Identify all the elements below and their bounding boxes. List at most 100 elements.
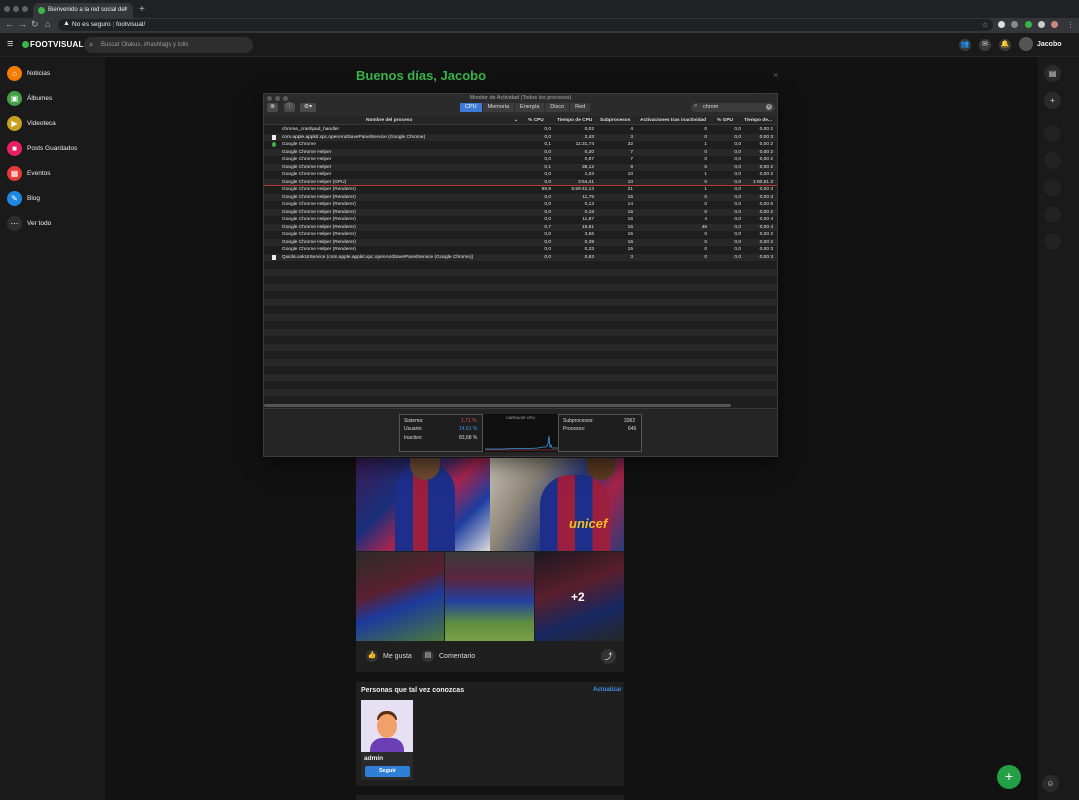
contact-avatar[interactable] bbox=[1044, 125, 1061, 142]
process-row[interactable]: Google Chrome Helper (Renderer) 0,0 11,75 1… bbox=[264, 193, 777, 201]
column-header-cpu[interactable]: % CPU bbox=[528, 118, 544, 123]
post-photo[interactable] bbox=[356, 552, 444, 641]
user-name[interactable]: Jacobo bbox=[1037, 41, 1062, 48]
process-row[interactable]: Google Chrome Helper (Renderer) 0,0 0,18 15… bbox=[264, 208, 777, 216]
add-friend-icon[interactable]: + bbox=[1044, 92, 1061, 109]
column-header-gpu-time[interactable]: Tiempo de... bbox=[744, 118, 772, 123]
contact-avatar[interactable] bbox=[1044, 179, 1061, 196]
horizontal-scrollbar[interactable] bbox=[264, 404, 731, 407]
sort-chevron-icon[interactable]: ⌄ bbox=[514, 118, 518, 123]
browser-tab[interactable]: Bienvenido a la red social del × bbox=[33, 3, 133, 18]
follow-button[interactable]: Seguir bbox=[365, 766, 410, 777]
stop-process-button[interactable]: ⊗ bbox=[267, 103, 278, 112]
reload-icon[interactable]: ↻ bbox=[31, 19, 39, 30]
notifications-icon[interactable]: 🔔 bbox=[999, 39, 1011, 51]
column-header-gpu[interactable]: % GPU bbox=[717, 118, 733, 123]
process-row[interactable]: Google Chrome Helper 0,0 0,87 7 0 0,0 0,00 2 bbox=[264, 156, 777, 164]
football-icon bbox=[22, 41, 29, 48]
process-row[interactable]: Google Chrome Helper (Renderer) 0,0 3,56 15… bbox=[264, 231, 777, 239]
process-search-field[interactable]: ⌕ chrom × bbox=[691, 103, 775, 112]
cell-threads: 9 bbox=[630, 164, 633, 170]
create-post-button[interactable]: + bbox=[997, 765, 1021, 789]
column-header-wakeups[interactable]: Activaciones tras inactividad bbox=[640, 118, 706, 123]
extension-icon[interactable] bbox=[1025, 21, 1032, 28]
column-header-process-name[interactable]: Nombre del proceso bbox=[366, 118, 412, 123]
window-close-button[interactable] bbox=[4, 6, 10, 12]
sidebar-item-ver-todo[interactable]: ⋯ Ver todo bbox=[7, 215, 51, 231]
sidebar-item-videoteca[interactable]: ▶ Videoteca bbox=[7, 115, 56, 131]
sidebar-item-eventos[interactable]: ▦ Eventos bbox=[7, 165, 51, 181]
settings-menu-button[interactable]: ⚙▾ bbox=[300, 103, 316, 112]
cell-wakeups: 0 bbox=[704, 239, 707, 245]
contact-avatar[interactable] bbox=[1044, 152, 1061, 169]
puzzle-icon[interactable] bbox=[1038, 21, 1045, 28]
process-row[interactable]: QuickLookUIService (com.apple.appkit.xpc… bbox=[264, 253, 777, 261]
profile-avatar-icon[interactable] bbox=[1051, 21, 1058, 28]
refresh-suggestions-link[interactable]: Actualizar bbox=[593, 687, 622, 693]
comment-button[interactable]: ▤ Comentario bbox=[422, 650, 475, 662]
tab-red[interactable]: Red bbox=[570, 103, 592, 112]
process-row[interactable]: Google Chrome 0,1 11:31,74 32 1 0,0 0,00 2 bbox=[264, 141, 777, 149]
window-zoom-button[interactable] bbox=[283, 96, 288, 101]
tab-memoria[interactable]: Memoria bbox=[482, 103, 516, 112]
tab-cpu[interactable]: CPU bbox=[460, 103, 483, 112]
process-row[interactable]: Google Chrome Helper (Renderer) 0,0 0,33 15… bbox=[264, 246, 777, 254]
suggested-person-name[interactable]: admin bbox=[364, 755, 383, 762]
browser-menu-icon[interactable]: ⋮ bbox=[1067, 21, 1074, 29]
bookmark-star-icon[interactable]: ☆ bbox=[982, 21, 988, 29]
process-row[interactable]: Google Chrome Helper (GPU) 0,0 3:54,41 10 0 0… bbox=[264, 178, 777, 186]
new-tab-button[interactable]: + bbox=[139, 4, 145, 15]
post-photo[interactable] bbox=[445, 552, 534, 641]
home-icon[interactable]: ⌂ bbox=[45, 19, 50, 29]
cell-name: Google Chrome Helper (Renderer) bbox=[282, 209, 356, 215]
cell-gpu: 0,0 bbox=[734, 149, 741, 155]
process-row[interactable]: Google Chrome Helper (Renderer) 0,0 0,39 15… bbox=[264, 238, 777, 246]
sidebar-item-posts-guardados[interactable]: ■ Posts Guardados bbox=[7, 140, 77, 156]
close-icon[interactable]: × bbox=[773, 70, 778, 80]
site-logo[interactable]: FOOTVISUAL bbox=[22, 40, 84, 49]
clear-search-icon[interactable]: × bbox=[766, 104, 772, 110]
process-row[interactable]: Google Chrome Helper (Renderer) 0,0 0,13 14… bbox=[264, 201, 777, 209]
sidebar-item-albumes[interactable]: ▣ Álbumes bbox=[7, 90, 52, 106]
tab-energia[interactable]: Energía bbox=[515, 103, 546, 112]
friend-requests-icon[interactable]: 👥 bbox=[959, 39, 971, 51]
tab-disco[interactable]: Disco bbox=[545, 103, 571, 112]
cell-cpu: 0,1 bbox=[544, 142, 551, 147]
process-row[interactable]: com.apple.appkit.xpc.openAndSavePanelSer… bbox=[264, 133, 777, 141]
sidebar-item-blog[interactable]: ✎ Blog bbox=[7, 190, 40, 206]
hamburger-menu-icon[interactable]: ≡ bbox=[7, 38, 13, 50]
share-button[interactable]: ⤴ bbox=[601, 649, 616, 664]
process-row[interactable]: Google Chrome Helper 0,1 38,12 9 6 0,0 0,00 2 bbox=[264, 163, 777, 171]
column-header-cpu-time[interactable]: Tiempo de CPU bbox=[557, 118, 592, 123]
process-row[interactable]: Google Chrome Helper (Renderer) 0,7 15,81 1… bbox=[264, 223, 777, 231]
forward-icon[interactable]: → bbox=[18, 19, 27, 29]
window-minimize-button[interactable] bbox=[13, 6, 19, 12]
chat-icon[interactable]: ▤ bbox=[1044, 65, 1061, 82]
process-row[interactable]: Google Chrome Helper (Renderer) 0,0 11,87 1… bbox=[264, 216, 777, 224]
window-zoom-button[interactable] bbox=[22, 6, 28, 12]
user-avatar[interactable] bbox=[1019, 37, 1033, 51]
back-icon[interactable]: ← bbox=[5, 19, 14, 29]
window-minimize-button[interactable] bbox=[275, 96, 280, 101]
url-bar[interactable]: ▲ No es seguro | footvisual/ bbox=[58, 19, 993, 31]
process-row[interactable]: Google Chrome Helper 0,0 0,20 7 0 0,0 0,00 2 bbox=[264, 148, 777, 156]
column-header-threads[interactable]: Subprocesos bbox=[600, 118, 630, 123]
find-people-icon[interactable]: ☺ bbox=[1042, 775, 1059, 792]
process-row[interactable]: Google Chrome Helper (Renderer) 99,9 5:59:… bbox=[264, 185, 777, 195]
sidebar-item-noticias[interactable]: ⌂ Noticias bbox=[7, 65, 50, 81]
process-row[interactable]: chrome_crashpad_handler 0,0 0,02 4 0 0,0 0,00 … bbox=[264, 126, 777, 134]
window-close-button[interactable] bbox=[267, 96, 272, 101]
extension-icon[interactable] bbox=[1011, 21, 1018, 28]
process-row[interactable]: Google Chrome Helper 0,0 1,03 10 1 0,0 0,00 2 bbox=[264, 171, 777, 179]
contact-avatar[interactable] bbox=[1044, 206, 1061, 223]
messages-icon[interactable]: ✉ bbox=[979, 39, 991, 51]
monitor-tabs: CPU Memoria Energía Disco Red bbox=[460, 103, 592, 112]
tab-close-icon[interactable]: × bbox=[124, 6, 128, 13]
cell-cpu: 0,0 bbox=[544, 202, 551, 207]
search-input[interactable]: ⌕ Buscar Otakus, #hashtags y tolis bbox=[84, 37, 253, 53]
like-button[interactable]: 👍 Me gusta bbox=[366, 650, 412, 662]
contact-avatar[interactable] bbox=[1044, 233, 1061, 250]
extension-icon[interactable] bbox=[998, 21, 1005, 28]
cell-wakeups: 0 bbox=[704, 179, 707, 185]
info-button[interactable]: ⓘ bbox=[284, 103, 295, 112]
